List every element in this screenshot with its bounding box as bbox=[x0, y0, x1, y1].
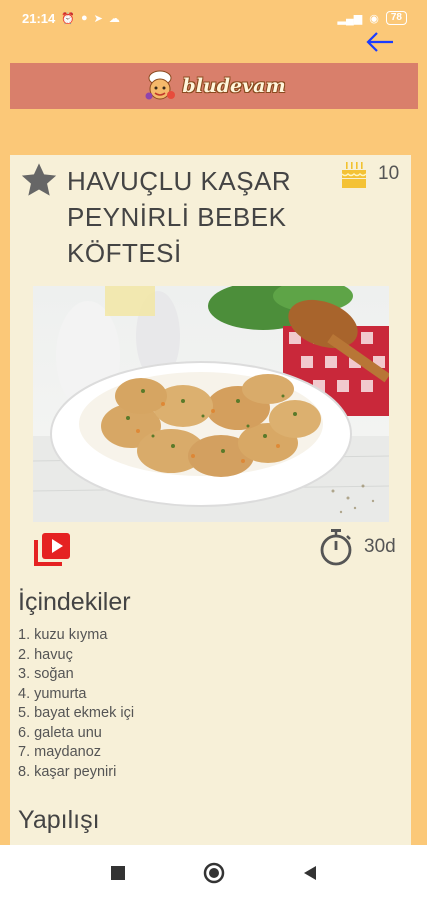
chat-icon: ● bbox=[80, 12, 88, 24]
list-item: 2. havuç bbox=[18, 646, 73, 663]
stopwatch-icon bbox=[320, 529, 352, 566]
ingredient-list: 1. kuzu kıyma 2. havuç 3. soğan 4. yumur… bbox=[18, 626, 134, 782]
video-playlist-icon bbox=[34, 533, 70, 566]
recipe-photo bbox=[33, 286, 389, 522]
home-button[interactable] bbox=[199, 858, 229, 888]
list-item: 1. kuzu kıyma bbox=[18, 627, 108, 643]
circle-icon bbox=[203, 862, 224, 883]
cloud-icon: ☁ bbox=[108, 12, 120, 25]
servings: 10 bbox=[340, 160, 399, 190]
brand-logo: bludevam bbox=[142, 69, 286, 103]
status-right: ▂▄▆ ◉ 78 bbox=[338, 11, 407, 25]
square-icon bbox=[110, 865, 125, 880]
battery-indicator: 78 bbox=[385, 11, 407, 25]
back-button[interactable] bbox=[363, 28, 397, 56]
cake-icon bbox=[341, 162, 367, 188]
status-time: 21:14 bbox=[22, 10, 56, 26]
servings-count: 10 bbox=[378, 163, 400, 184]
chef-mascot-icon bbox=[145, 70, 176, 100]
signal-icon: ▂▄▆ bbox=[337, 12, 363, 25]
system-nav-bar bbox=[0, 845, 427, 900]
list-item: 4. yumurta bbox=[18, 685, 87, 702]
telegram-icon: ➤ bbox=[93, 12, 103, 25]
timer: 30d bbox=[318, 528, 396, 566]
list-item: 6. galeta unu bbox=[18, 724, 102, 741]
status-left: 21:14 ⏰ ● ➤ ☁ bbox=[22, 11, 120, 26]
list-item: 3. soğan bbox=[18, 666, 74, 682]
preparation-title: Yapılışı bbox=[18, 806, 100, 834]
arrow-left-icon bbox=[366, 32, 393, 52]
list-item: 7. maydanoz bbox=[18, 744, 102, 760]
triangle-back-icon bbox=[303, 865, 316, 880]
video-button[interactable] bbox=[33, 532, 71, 573]
back-nav-button[interactable] bbox=[295, 858, 325, 888]
list-item: 8. kaşar peyniri bbox=[18, 763, 117, 780]
wifi-icon: ◉ bbox=[369, 12, 379, 25]
recipe-card: HAVUÇLU KAŞAR PEYNİRLİ BEBEK KÖFTESİ 10 bbox=[10, 155, 411, 845]
recents-button[interactable] bbox=[103, 858, 133, 888]
alarm-icon: ⏰ bbox=[61, 12, 75, 25]
meatballs-image bbox=[33, 286, 389, 522]
recipe-title: HAVUÇLU KAŞAR PEYNİRLİ BEBEK KÖFTESİ bbox=[67, 166, 292, 268]
favorite-button[interactable] bbox=[18, 159, 60, 206]
star-icon bbox=[21, 163, 57, 196]
brand-name: bludevam bbox=[182, 75, 286, 97]
timer-value: 30d bbox=[364, 536, 396, 557]
list-item: 5. bayat ekmek içi bbox=[18, 705, 135, 721]
brand-bar: bludevam bbox=[10, 63, 418, 109]
ingredients-title: İçindekiler bbox=[18, 588, 131, 616]
